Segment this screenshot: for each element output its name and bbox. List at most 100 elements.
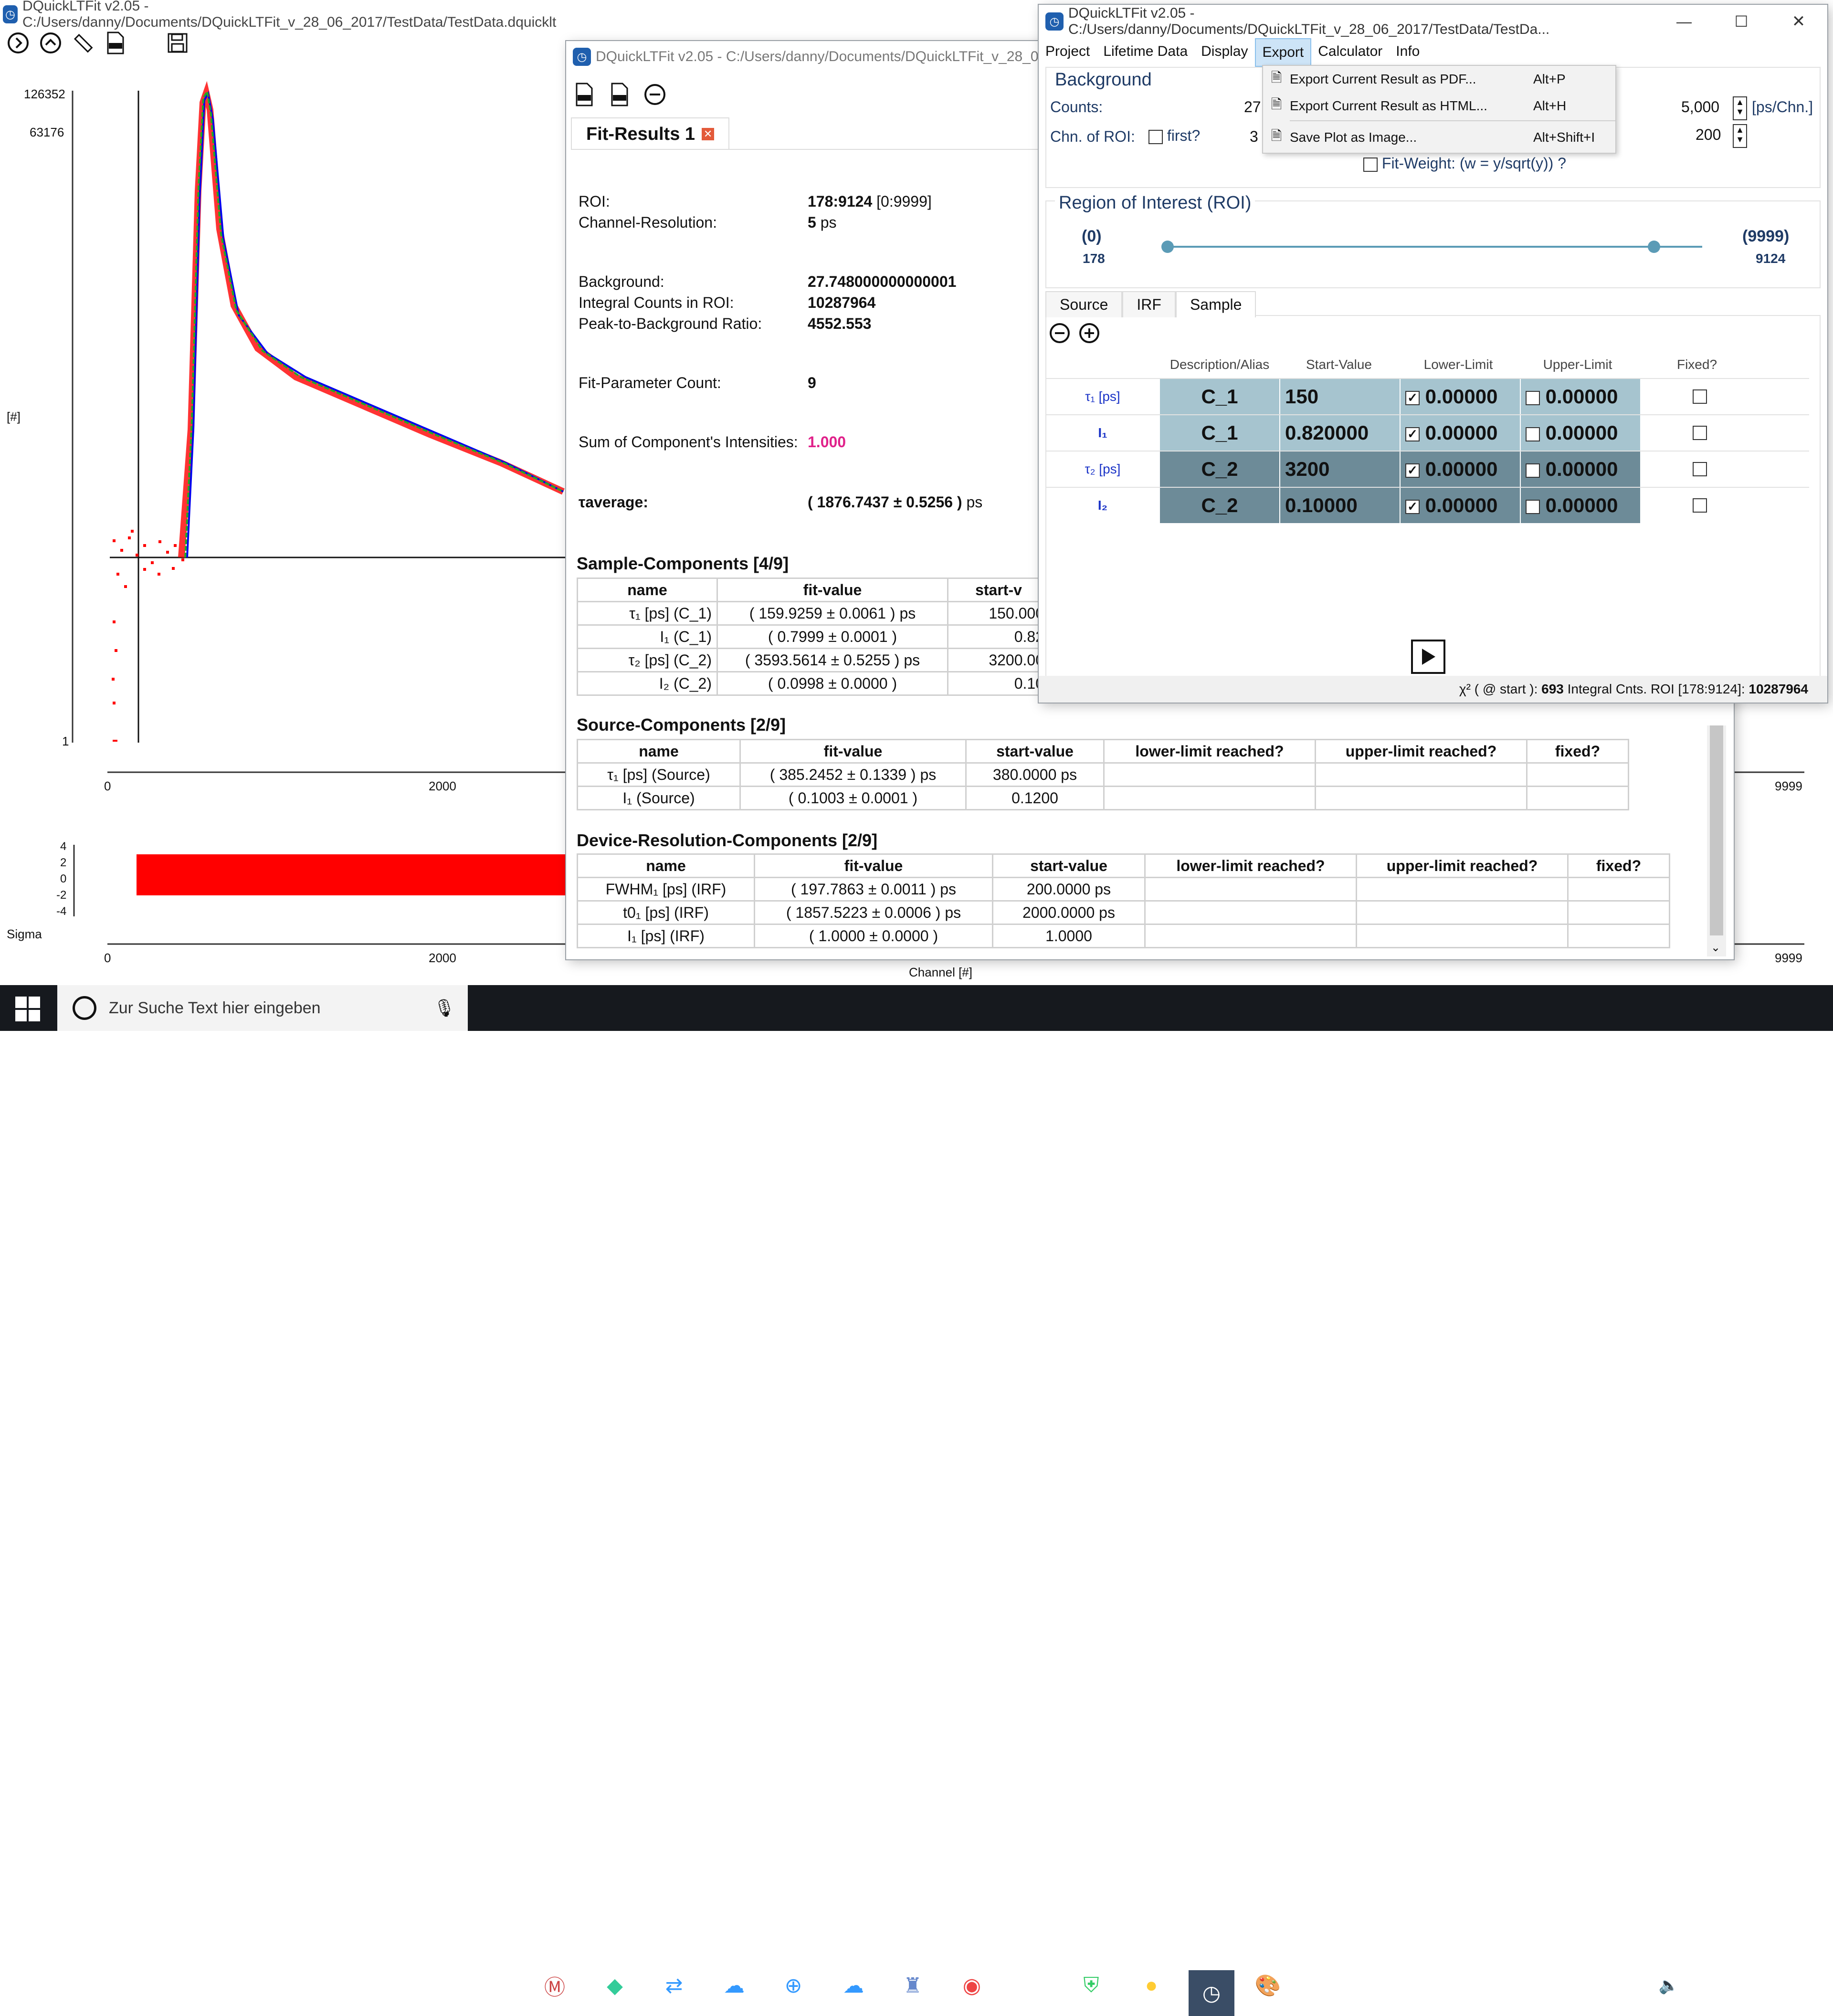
- alias-cell[interactable]: C_1: [1160, 415, 1279, 451]
- lower-limit-cell[interactable]: 0.00000: [1400, 379, 1520, 414]
- scroll-down-icon[interactable]: ⌄: [1711, 941, 1720, 955]
- alias-cell[interactable]: C_2: [1160, 452, 1279, 487]
- search-box[interactable]: Zur Suche Text hier eingeben 🎙: [57, 985, 468, 1031]
- alias-cell[interactable]: C_1: [1160, 379, 1279, 414]
- menu-calculator[interactable]: Calculator: [1311, 38, 1389, 65]
- dquickltfit-taskbar-icon[interactable]: ◷: [1189, 1970, 1234, 2016]
- start-value-cell[interactable]: 150: [1279, 379, 1400, 414]
- close-icon[interactable]: ✕: [1770, 12, 1827, 31]
- results-scrollbar[interactable]: ⌄: [1707, 725, 1726, 956]
- save-plot-item[interactable]: 🗎 Save Plot as Image... Alt+Shift+I: [1263, 124, 1615, 151]
- roi-right-value: 9124: [1756, 251, 1786, 266]
- close-tab-icon[interactable]: ✕: [702, 128, 715, 140]
- fixed-cell[interactable]: [1640, 426, 1759, 440]
- lower-limit-cell[interactable]: 0.00000: [1400, 452, 1520, 487]
- fit-weight-checkbox[interactable]: Fit-Weight: (w = y/sqrt(y)) ?: [1363, 155, 1566, 172]
- paint-app-icon[interactable]: 🎨: [1253, 1970, 1283, 2001]
- checkbox-icon[interactable]: [1526, 390, 1540, 405]
- summary-value: 4552.553: [808, 315, 872, 332]
- fit-results-tab[interactable]: Fit-Results 1 ✕: [571, 117, 730, 150]
- checkbox-icon[interactable]: [1693, 462, 1707, 476]
- remove-circle-icon[interactable]: [642, 81, 668, 108]
- checkbox-icon[interactable]: [1526, 463, 1540, 478]
- menu-export[interactable]: Export: [1254, 38, 1312, 67]
- remove-component-icon[interactable]: [1048, 322, 1071, 347]
- minimize-icon[interactable]: —: [1655, 13, 1713, 31]
- menu-display[interactable]: Display: [1194, 38, 1254, 65]
- tab-sample[interactable]: Sample: [1175, 291, 1256, 317]
- checkbox-icon[interactable]: [1405, 463, 1420, 478]
- second-value[interactable]: 200: [1696, 126, 1721, 144]
- tray-up-icon[interactable]: ⌃: [1536, 1970, 1567, 2001]
- first-checkbox[interactable]: first?: [1148, 127, 1200, 145]
- shield-app-icon[interactable]: ⛨: [1076, 1970, 1106, 2001]
- roi-slider-track[interactable]: [1168, 246, 1702, 248]
- menu-lifetime-data[interactable]: Lifetime Data: [1096, 38, 1194, 65]
- duck-app-icon[interactable]: ●: [1136, 1970, 1167, 2001]
- maximize-icon[interactable]: ☐: [1713, 12, 1770, 31]
- run-fit-button[interactable]: [1411, 640, 1445, 674]
- checkbox-icon[interactable]: [1693, 426, 1707, 440]
- task-view-icon[interactable]: ⧉: [482, 1970, 513, 2001]
- upper-limit-cell[interactable]: 0.00000: [1520, 415, 1640, 451]
- onedrive-icon[interactable]: ☁: [838, 1970, 869, 2001]
- notifications-icon[interactable]: 🗨: [1783, 1970, 1814, 2001]
- column-header: Description/Alias: [1169, 357, 1270, 372]
- table-cell: ( 197.7863 ± 0.0011 ) ps: [754, 877, 993, 902]
- scrollbar-thumb[interactable]: [1710, 725, 1723, 935]
- microphone-icon[interactable]: 🎙: [433, 998, 455, 1018]
- app-icon-3[interactable]: ♜: [897, 1970, 928, 2001]
- export-html-item[interactable]: 🗎 Export Current Result as HTML... Alt+H: [1263, 93, 1615, 119]
- summary-value: 9: [808, 374, 816, 391]
- checkbox-icon[interactable]: [1693, 498, 1707, 513]
- fixed-cell[interactable]: [1640, 389, 1759, 404]
- tab-irf[interactable]: IRF: [1122, 291, 1176, 317]
- html-file-icon[interactable]: [606, 81, 633, 108]
- network-icon[interactable]: ◫: [1615, 1970, 1646, 2001]
- chn-value[interactable]: 3: [1250, 128, 1258, 146]
- app-icon-1[interactable]: Ⓜ: [539, 1970, 570, 2001]
- tab-source[interactable]: Source: [1045, 291, 1123, 317]
- table-cell: [1356, 900, 1569, 925]
- roi-upper-handle[interactable]: [1648, 241, 1661, 253]
- resolution-spinner-icon[interactable]: ▲ ▼: [1733, 96, 1747, 120]
- roi-lower-handle[interactable]: [1161, 241, 1174, 253]
- fixed-cell[interactable]: [1640, 498, 1759, 513]
- start-button[interactable]: [14, 996, 40, 1021]
- menu-project[interactable]: Project: [1039, 38, 1096, 65]
- resolution-value[interactable]: 5,000: [1681, 98, 1719, 116]
- upper-limit-cell[interactable]: 0.00000: [1520, 379, 1640, 414]
- menu-info[interactable]: Info: [1389, 38, 1426, 65]
- app-icon-2[interactable]: ◆: [600, 1970, 630, 2001]
- checkbox-icon[interactable]: [1693, 389, 1707, 404]
- export-pdf-item[interactable]: 🗎 Export Current Result as PDF... Alt+P: [1263, 66, 1615, 93]
- pdf-file-icon[interactable]: [571, 81, 598, 108]
- fixed-cell[interactable]: [1640, 462, 1759, 476]
- checkbox-icon[interactable]: [1405, 427, 1420, 441]
- battery-icon[interactable]: ▭: [1576, 1970, 1607, 2001]
- upper-limit-cell[interactable]: 0.00000: [1520, 452, 1640, 487]
- volume-icon[interactable]: 🔈: [1654, 1970, 1684, 2001]
- zoom-app-icon[interactable]: ⊕: [778, 1970, 809, 2001]
- start-value-cell[interactable]: 0.820000: [1279, 415, 1400, 451]
- upper-limit-cell[interactable]: 0.00000: [1520, 488, 1640, 523]
- checkbox-icon[interactable]: [1526, 427, 1540, 441]
- alias-cell[interactable]: C_2: [1160, 488, 1279, 523]
- lower-limit-cell[interactable]: 0.00000: [1400, 488, 1520, 523]
- chrome-icon[interactable]: ◉: [957, 1970, 987, 2001]
- clock[interactable]: 10:01 07.02.2018: [1698, 1973, 1765, 2013]
- table-header: fixed?: [1567, 853, 1670, 878]
- checkbox-icon[interactable]: [1526, 499, 1540, 514]
- second-spinner-icon[interactable]: ▲ ▼: [1733, 124, 1747, 148]
- lower-limit-cell[interactable]: 0.00000: [1400, 415, 1520, 451]
- add-component-icon[interactable]: [1078, 322, 1101, 347]
- checkbox-icon[interactable]: [1405, 499, 1420, 514]
- teamviewer-icon[interactable]: ⇄: [659, 1970, 689, 2001]
- app-icon-4[interactable]: ▦: [1017, 1970, 1047, 2001]
- start-value-cell[interactable]: 0.10000: [1279, 488, 1400, 523]
- cloud-app-icon[interactable]: ☁: [719, 1970, 749, 2001]
- counts-value[interactable]: 27: [1244, 98, 1261, 116]
- people-icon[interactable]: ☺: [1490, 1970, 1521, 2001]
- start-value-cell[interactable]: 3200: [1279, 452, 1400, 487]
- checkbox-icon[interactable]: [1405, 390, 1420, 405]
